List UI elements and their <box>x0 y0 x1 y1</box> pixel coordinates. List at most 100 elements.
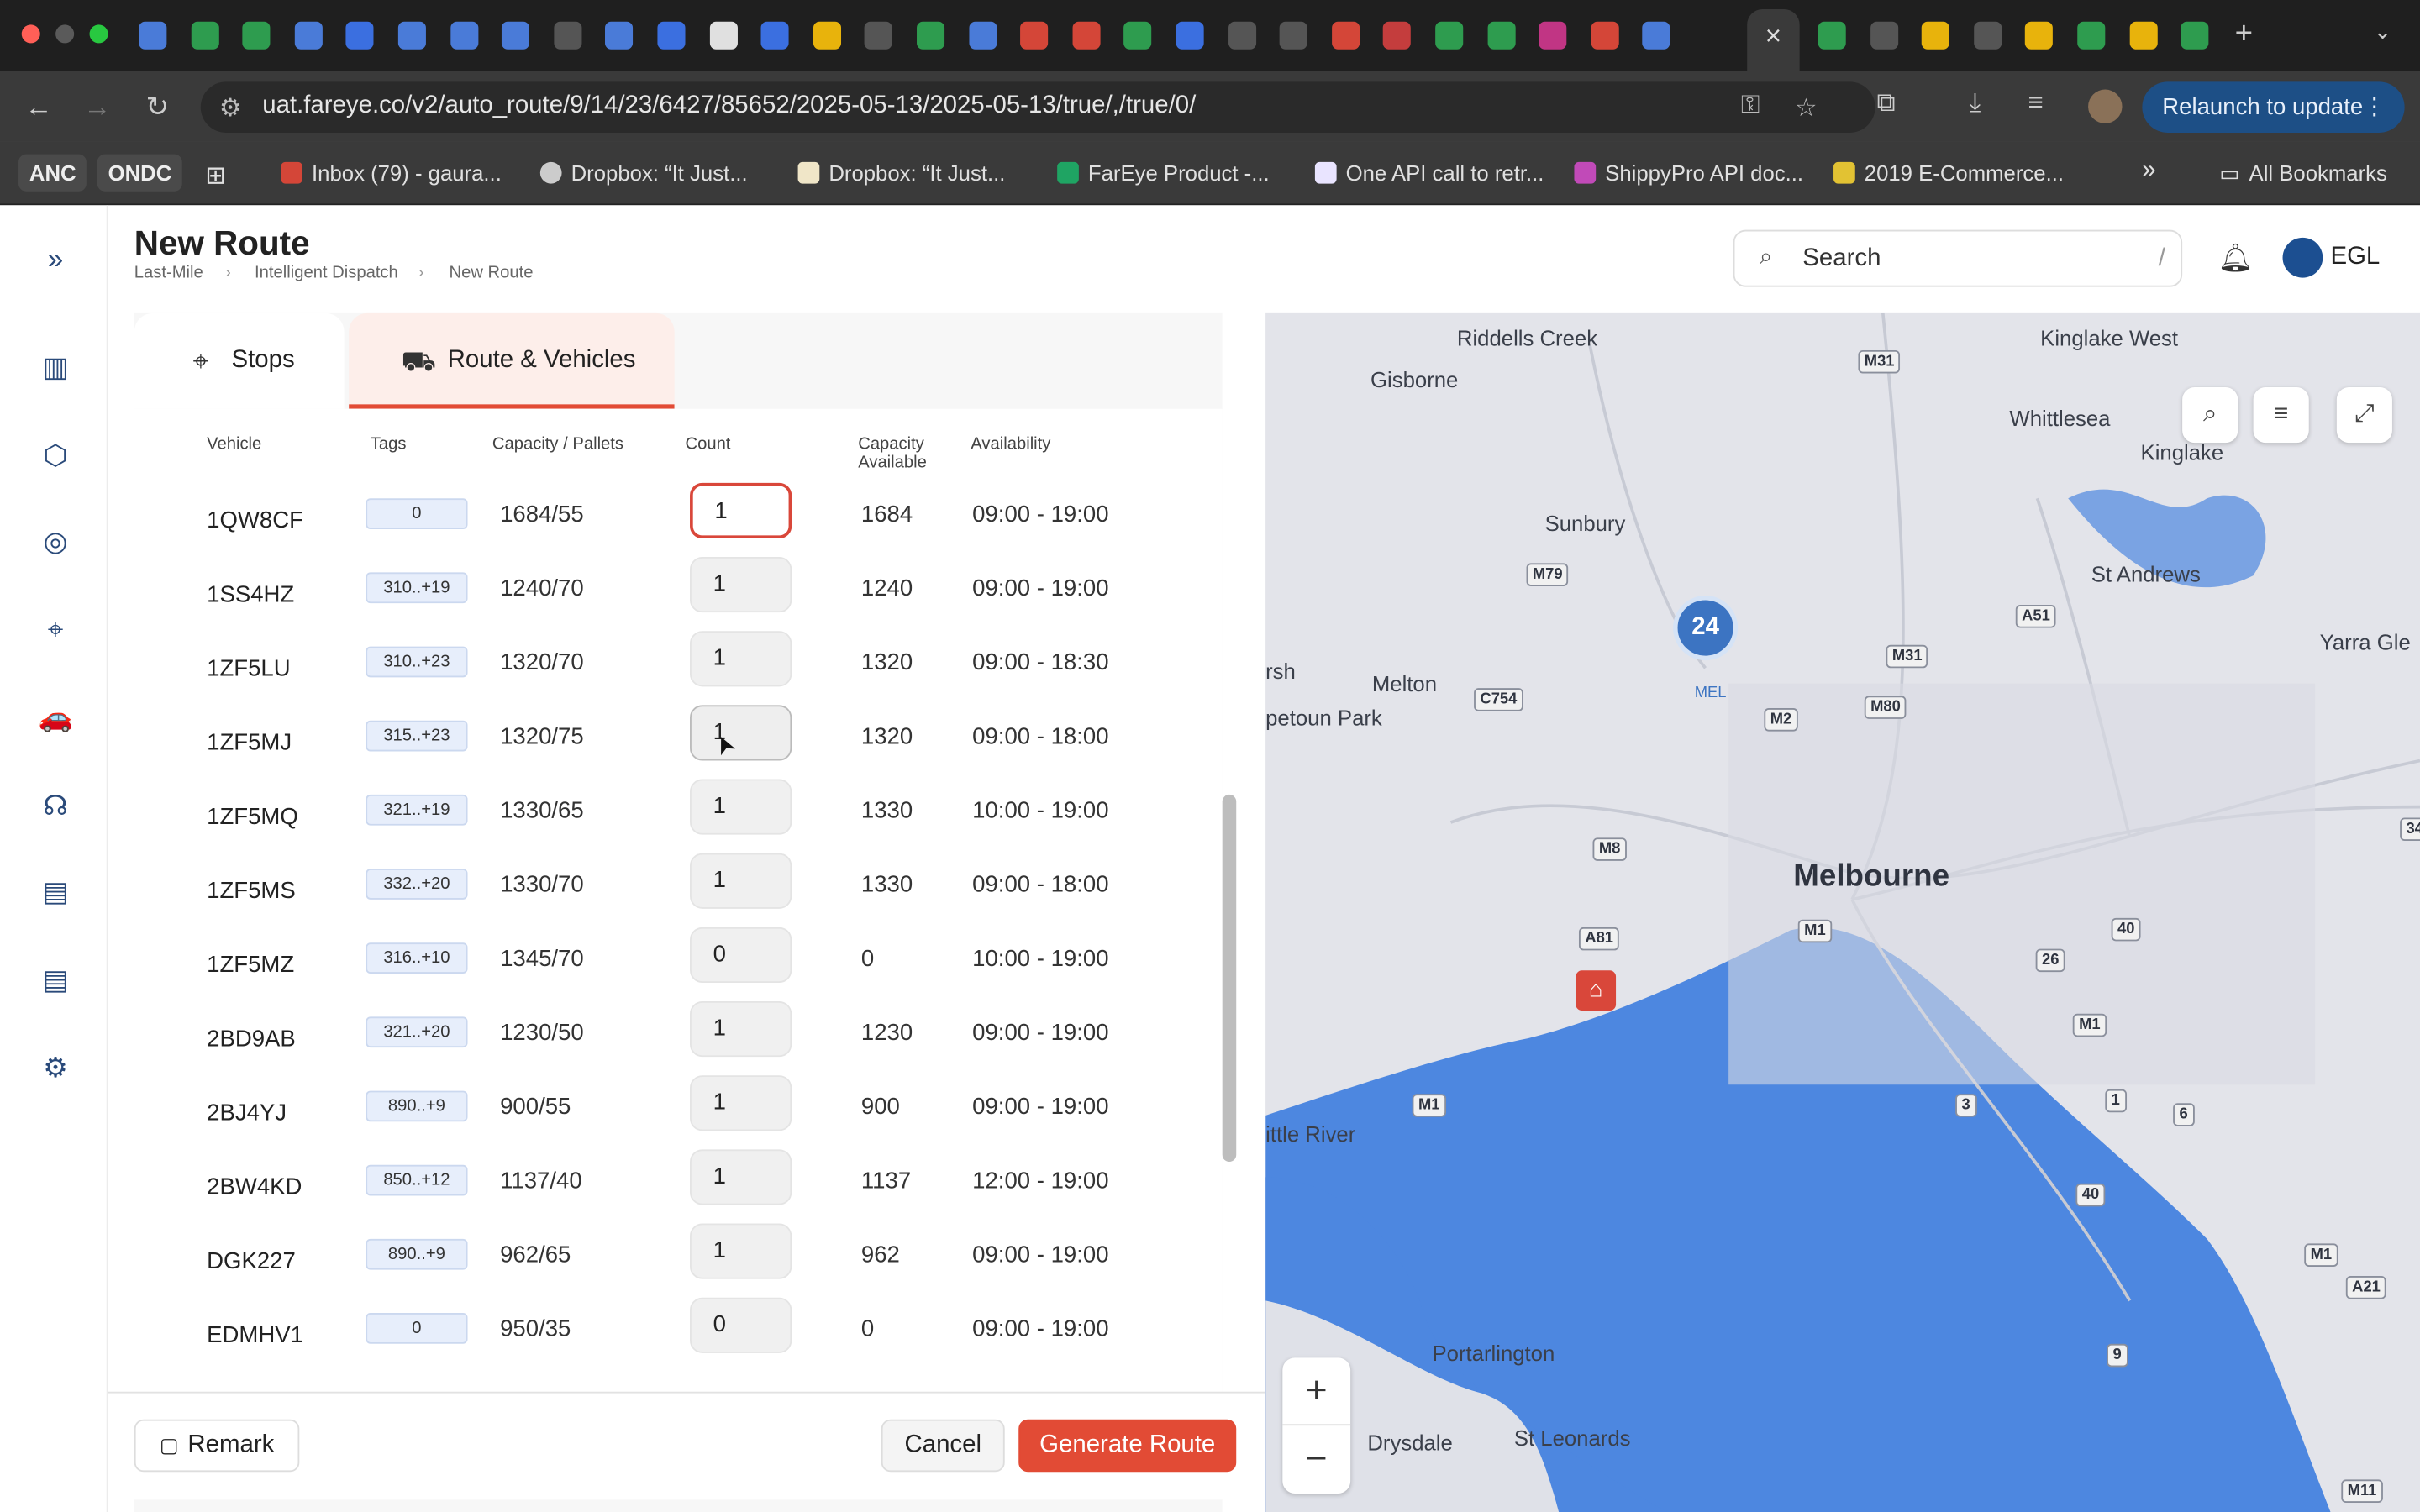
address-bar[interactable]: ⚙ uat.fareye.co/v2/auto_route/9/14/23/64… <box>200 81 1876 133</box>
browser-tab-favicon[interactable] <box>605 21 634 50</box>
tags-badge[interactable]: 332..+20 <box>366 869 468 900</box>
browser-tab-favicon[interactable] <box>917 21 945 50</box>
tags-badge[interactable]: 315..+23 <box>366 720 468 752</box>
zoom-in-button[interactable]: + <box>1282 1357 1351 1426</box>
tags-badge[interactable]: 0 <box>366 1313 468 1344</box>
browser-tab-favicon[interactable] <box>450 21 478 50</box>
extensions-icon[interactable]: ⧉ <box>1876 88 1895 119</box>
browser-tab-favicon[interactable] <box>709 21 738 50</box>
expand-nav-icon[interactable]: » <box>39 242 72 276</box>
browser-tab-favicon[interactable] <box>813 21 841 50</box>
browser-tab-favicon[interactable] <box>1870 21 1898 50</box>
new-tab-button[interactable]: + <box>2235 17 2253 52</box>
user-avatar[interactable] <box>2282 237 2323 278</box>
count-input[interactable]: 1 <box>690 1223 792 1279</box>
browser-tab-favicon[interactable] <box>968 21 997 50</box>
browser-tab-favicon[interactable] <box>657 21 686 50</box>
depot-home-icon[interactable]: ⌂ <box>1576 970 1617 1011</box>
browser-tab-favicon[interactable] <box>294 21 323 50</box>
column-header-vehicle[interactable]: Vehicle <box>207 435 261 454</box>
password-key-icon[interactable]: ⚿ <box>1741 92 1760 120</box>
route-map[interactable]: Riddells Creek Kinglake West Gisborne Whitt… <box>1265 312 2420 1512</box>
browser-tab-favicon[interactable] <box>1176 21 1204 50</box>
table-scrollbar[interactable] <box>1222 794 1237 1163</box>
tags-badge[interactable]: 890..+9 <box>366 1238 468 1270</box>
bookmark-item[interactable]: 2019 E-Commerce... <box>1833 160 2064 185</box>
report-icon[interactable]: ▤ <box>39 874 72 908</box>
browser-tab-favicon[interactable] <box>191 21 219 50</box>
forward-arrow-icon[interactable]: → <box>77 87 118 127</box>
global-search-input[interactable]: ⌕ Search / <box>1733 229 2183 287</box>
target-icon[interactable]: ⌖ <box>39 612 72 646</box>
cancel-button[interactable]: Cancel <box>881 1419 1005 1473</box>
zoom-out-button[interactable]: − <box>1282 1425 1350 1494</box>
reload-icon[interactable]: ↻ <box>137 87 177 127</box>
url-text[interactable]: uat.fareye.co/v2/auto_route/9/14/23/6427… <box>262 92 1196 120</box>
count-input[interactable]: 1 <box>690 779 792 835</box>
count-input[interactable]: 1 <box>690 705 792 761</box>
browser-tab-favicon[interactable] <box>1973 21 2002 50</box>
settings-gear-icon[interactable]: ⚙ <box>39 1051 72 1084</box>
count-input[interactable]: 1 <box>690 1149 792 1205</box>
browser-tab-favicon[interactable] <box>1818 21 1846 50</box>
browser-tab-favicon[interactable] <box>1020 21 1049 50</box>
more-menu-icon[interactable]: ⋮ <box>2363 81 2386 133</box>
maximize-window-button[interactable] <box>89 24 108 44</box>
count-input[interactable]: 1 <box>690 853 792 909</box>
count-input[interactable]: 1 <box>690 557 792 613</box>
browser-tab-favicon[interactable] <box>2025 21 2054 50</box>
notification-bell-icon[interactable]: 🔔︎ <box>2217 242 2253 275</box>
package-icon[interactable]: ⬡ <box>39 438 72 472</box>
browser-tab-favicon[interactable] <box>397 21 426 50</box>
back-arrow-icon[interactable]: ← <box>18 87 59 127</box>
browser-tab-favicon[interactable] <box>242 21 271 50</box>
browser-tab-favicon[interactable] <box>1228 21 1256 50</box>
all-bookmarks-button[interactable]: ▭ All Bookmarks <box>2219 160 2387 186</box>
apps-grid-icon[interactable]: ⊞ <box>205 160 226 192</box>
bookmark-item[interactable]: ShippyPro API doc... <box>1574 160 1803 185</box>
browser-tab-favicon[interactable] <box>1435 21 1464 50</box>
count-input[interactable]: 0 <box>690 1297 792 1353</box>
bookmark-star-icon[interactable]: ☆ <box>1795 92 1817 123</box>
browser-tab-favicon[interactable] <box>1591 21 1619 50</box>
browser-tab-favicon[interactable] <box>2077 21 2106 50</box>
count-input[interactable]: 1 <box>690 631 792 687</box>
browser-tab-favicon[interactable] <box>346 21 375 50</box>
map-filter-icon[interactable]: ≡ <box>2253 387 2309 444</box>
browser-tab-favicon[interactable] <box>1643 21 1671 50</box>
user-name[interactable]: EGL <box>2330 244 2380 271</box>
tags-badge[interactable]: 310..+23 <box>366 646 468 678</box>
bookmark-item[interactable]: One API call to retr... <box>1314 160 1544 185</box>
browser-tab-favicon[interactable] <box>865 21 893 50</box>
browser-tab-favicon[interactable] <box>760 21 789 50</box>
bookmark-anc[interactable]: ANC <box>18 154 87 192</box>
tags-badge[interactable]: 850..+12 <box>366 1164 468 1196</box>
browser-tab-favicon[interactable] <box>2181 21 2209 50</box>
headset-icon[interactable]: ☊ <box>39 789 72 822</box>
tab-search-chevron-icon[interactable]: ⌄ <box>2374 18 2392 45</box>
column-header-count[interactable]: Count <box>686 435 731 454</box>
tab-route-vehicles[interactable]: ⛟ Route & Vehicles <box>349 312 675 409</box>
tags-badge[interactable]: 321..+20 <box>366 1016 468 1048</box>
remark-button[interactable]: ▢ Remark <box>134 1419 300 1473</box>
column-header-tags[interactable]: Tags <box>371 435 407 454</box>
count-input[interactable]: 1 <box>690 1001 792 1058</box>
browser-tab-favicon[interactable] <box>1331 21 1360 50</box>
browser-tab-favicon[interactable] <box>1123 21 1152 50</box>
browser-tab-favicon[interactable] <box>554 21 582 50</box>
column-header-availability[interactable]: Availability <box>971 435 1050 454</box>
map-search-icon[interactable]: ⌕ <box>2182 387 2238 444</box>
browser-tab-favicon[interactable] <box>1922 21 1950 50</box>
browser-tab-favicon[interactable] <box>1539 21 1567 50</box>
location-pin-icon[interactable]: ◎ <box>39 524 72 558</box>
tab-stops[interactable]: ⌖ Stops <box>134 312 345 409</box>
browser-tab-favicon[interactable] <box>139 21 167 50</box>
more-bookmarks-button[interactable]: » <box>2142 157 2155 185</box>
bookmark-item[interactable]: FarEye Product -... <box>1057 160 1270 185</box>
bookmark-ondc[interactable]: ONDC <box>97 154 183 192</box>
profile-avatar[interactable] <box>2088 89 2123 123</box>
bookmark-item[interactable]: Dropbox: “It Just... <box>797 160 1005 185</box>
column-header-capacity-available[interactable]: Capacity Available <box>858 435 927 472</box>
browser-tab-favicon[interactable] <box>1279 21 1308 50</box>
browser-tab-favicon[interactable] <box>1072 21 1101 50</box>
